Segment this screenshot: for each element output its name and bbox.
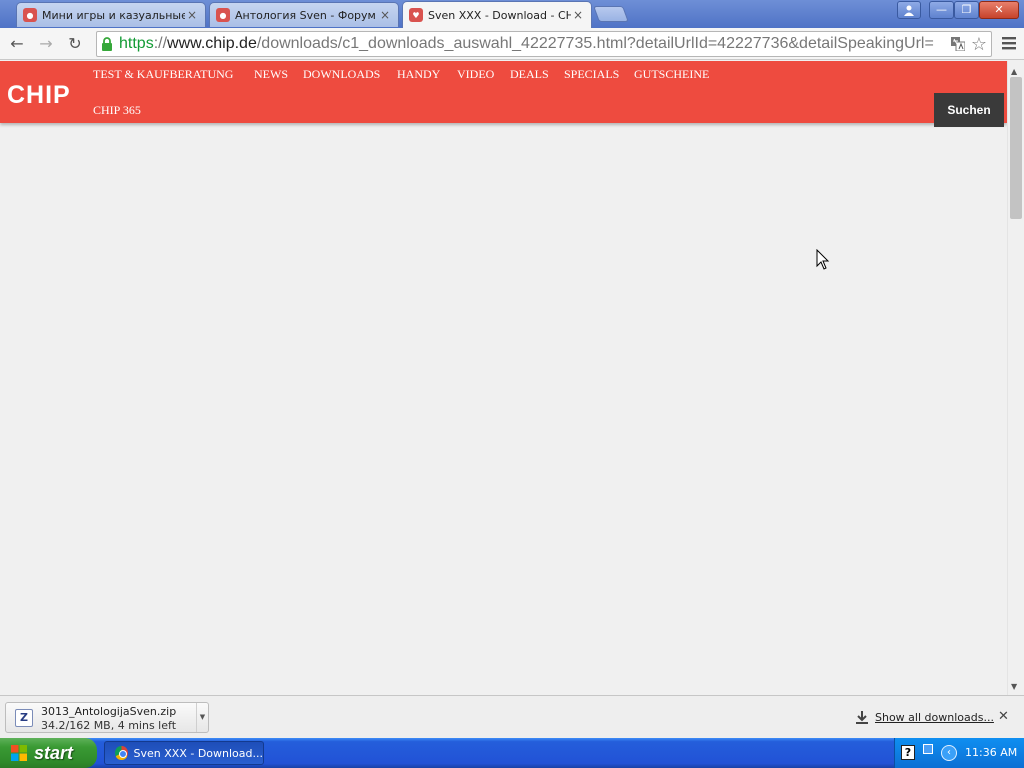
zip-file-icon: Z xyxy=(15,709,33,727)
download-item[interactable]: Z 3013_AntologijaSven.zip 34.2/162 MB, 4… xyxy=(5,702,209,733)
nav-test-kaufberatung[interactable]: TEST & KAUFBERATUNG xyxy=(93,67,233,82)
tab-title: Мини игры и казуальные и xyxy=(42,8,185,22)
close-window-button[interactable]: ✕ xyxy=(979,1,1019,19)
chip-logo[interactable]: CHIP xyxy=(7,81,71,110)
address-bar[interactable]: https://www.chip.de/downloads/c1_downloa… xyxy=(96,31,992,57)
site-header: CHIP TEST & KAUFBERATUNG NEWS DOWNLOADS … xyxy=(0,61,1007,123)
menu-icon[interactable] xyxy=(1002,36,1016,50)
site-favicon-icon: ● xyxy=(216,8,230,22)
clock[interactable]: 11:36 AM xyxy=(965,746,1017,759)
taskbar-task-chrome[interactable]: Sven XXX - Download... xyxy=(104,741,264,765)
tab-close-icon[interactable]: × xyxy=(378,8,392,22)
tray-chevron-icon[interactable]: ‹ xyxy=(941,745,957,761)
nav-video[interactable]: VIDEO xyxy=(457,67,494,82)
tab-mini-games[interactable]: ● Мини игры и казуальные и × xyxy=(16,2,206,27)
taskbar-task-label: Sven XXX - Download... xyxy=(133,746,263,760)
help-icon[interactable]: ? xyxy=(901,745,915,760)
back-button[interactable]: ← xyxy=(6,34,28,54)
lock-icon xyxy=(102,37,112,51)
start-label: start xyxy=(34,742,74,763)
bookmark-star-icon[interactable]: ☆ xyxy=(969,34,989,55)
tab-strip: ● Мини игры и казуальные и × ● Антология… xyxy=(0,0,1024,28)
nav-chip-365[interactable]: CHIP 365 xyxy=(93,103,141,118)
download-arrow-icon xyxy=(856,711,868,724)
scrollbar-thumb[interactable] xyxy=(1010,77,1022,219)
restore-button[interactable]: ❐ xyxy=(954,1,979,19)
windows-flag-icon xyxy=(11,745,27,761)
forward-button[interactable]: → xyxy=(35,34,57,54)
scroll-up-arrow-icon[interactable]: ▲ xyxy=(1011,67,1017,76)
nav-downloads[interactable]: DOWNLOADS xyxy=(303,67,380,82)
site-favicon-icon: ● xyxy=(23,8,37,22)
tab-chip-download[interactable]: ♥ Sven XXX - Download - CHIP × xyxy=(402,1,592,28)
nav-specials[interactable]: SPECIALS xyxy=(564,67,619,82)
nav-handy[interactable]: HANDY xyxy=(397,67,440,82)
download-filename: 3013_AntologijaSven.zip xyxy=(41,705,177,718)
mouse-cursor-icon xyxy=(816,249,830,270)
nav-deals[interactable]: DEALS xyxy=(510,67,549,82)
network-icon[interactable] xyxy=(923,744,933,754)
new-tab-button[interactable] xyxy=(593,6,629,22)
tab-close-icon[interactable]: × xyxy=(571,8,585,22)
chrome-icon xyxy=(115,746,128,760)
tab-title: Sven XXX - Download - CHIP xyxy=(428,8,571,22)
page-viewport: CHIP TEST & KAUFBERATUNG NEWS DOWNLOADS … xyxy=(0,61,1024,695)
download-shelf: Z 3013_AntologijaSven.zip 34.2/162 MB, 4… xyxy=(0,695,1024,738)
url-text: https://www.chip.de/downloads/c1_downloa… xyxy=(119,35,934,52)
scroll-down-arrow-icon[interactable]: ▼ xyxy=(1011,682,1017,691)
chip-favicon-icon: ♥ xyxy=(409,8,423,22)
translate-icon[interactable] xyxy=(951,37,965,51)
profile-button[interactable] xyxy=(897,1,921,19)
start-button[interactable]: start xyxy=(0,738,97,768)
tab-sven-anthology-forum[interactable]: ● Антология Sven - Форум о × xyxy=(209,2,399,27)
system-tray: ? ‹ 11:36 AM xyxy=(894,738,1024,768)
search-button[interactable]: Suchen xyxy=(934,93,1004,127)
nav-news[interactable]: NEWS xyxy=(254,67,288,82)
user-icon xyxy=(904,5,914,16)
download-menu-dropdown[interactable]: ▼ xyxy=(196,703,208,732)
tab-title: Антология Sven - Форум о xyxy=(235,8,378,22)
minimize-button[interactable]: — xyxy=(929,1,954,19)
reload-button[interactable]: ↻ xyxy=(64,34,86,54)
page-scrollbar[interactable]: ▲ ▼ xyxy=(1007,61,1024,695)
nav-gutscheine[interactable]: GUTSCHEINE xyxy=(634,67,709,82)
close-shelf-icon[interactable]: ✕ xyxy=(998,709,1009,724)
browser-toolbar: ← → ↻ https://www.chip.de/downloads/c1_d… xyxy=(0,28,1024,60)
taskbar: start Sven XXX - Download... ? ‹ 11:36 A… xyxy=(0,738,1024,768)
download-progress-status: 34.2/162 MB, 4 mins left xyxy=(41,719,177,732)
show-all-downloads-link[interactable]: Show all downloads... xyxy=(875,711,994,724)
tab-close-icon[interactable]: × xyxy=(185,8,199,22)
